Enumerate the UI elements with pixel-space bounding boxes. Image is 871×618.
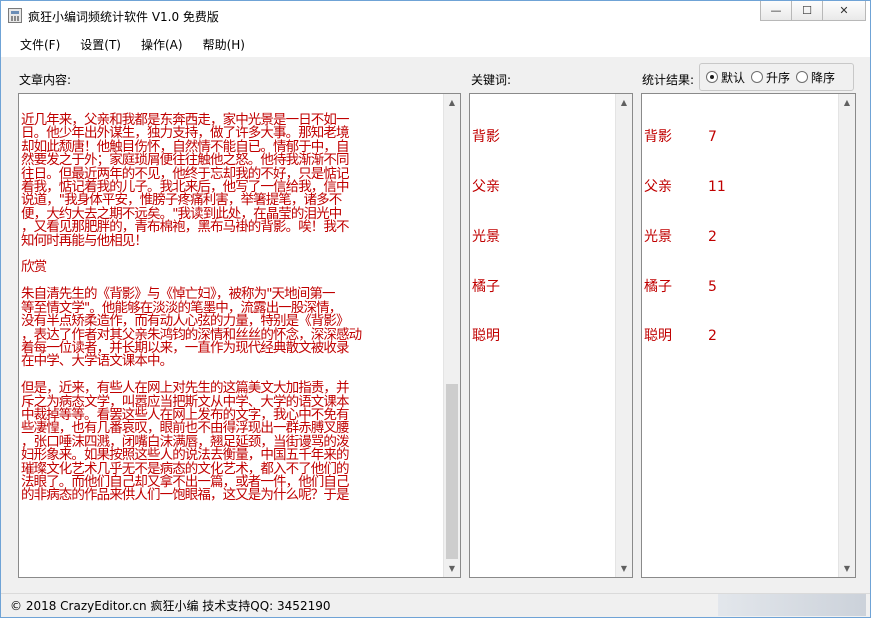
scroll-up-icon[interactable]: ▲ <box>839 94 855 111</box>
result-row: 橘子 5 <box>644 279 726 296</box>
radio-unchecked-icon <box>751 71 764 83</box>
results-scrollbar[interactable]: ▲ ▼ <box>838 94 855 577</box>
results-label: 统计结果: <box>642 73 695 87</box>
result-count: 2 <box>708 328 717 345</box>
menu-settings[interactable]: 设置(T) <box>70 36 131 53</box>
menu-operation[interactable]: 操作(A) <box>131 36 193 53</box>
result-word: 背影 <box>644 129 672 146</box>
keyword-item: 橘子 <box>472 278 500 295</box>
maximize-button[interactable]: ☐ <box>791 1 823 21</box>
keywords-list: 背影 父亲 光景 橘子 聪明 <box>472 96 500 378</box>
sort-descending-label: 降序 <box>811 70 836 85</box>
watermark-overlay <box>718 594 866 616</box>
article-scrollbar[interactable]: ▲ ▼ <box>443 94 460 577</box>
sort-default-radio[interactable]: 默认 <box>706 69 745 86</box>
keyword-item: 背影 <box>472 129 500 146</box>
window-title: 疯狂小编词频统计软件 V1.0 免费版 <box>28 10 219 24</box>
result-count: 11 <box>708 178 726 195</box>
result-row: 父亲 11 <box>644 179 726 196</box>
menu-help[interactable]: 帮助(H) <box>193 36 255 53</box>
scroll-thumb[interactable] <box>446 384 458 559</box>
radio-checked-icon <box>706 71 718 83</box>
article-text: 近几年来，父亲和我都是东奔西走，家中光景是一日不如一 日。他少年出外谋生，独力支… <box>21 112 362 504</box>
scroll-down-icon[interactable]: ▼ <box>444 560 460 577</box>
result-word: 聪明 <box>644 328 672 345</box>
article-label: 文章内容: <box>19 73 72 87</box>
sort-default-label: 默认 <box>721 70 746 85</box>
result-row: 背影 7 <box>644 129 726 146</box>
calculator-app-icon <box>8 8 22 23</box>
keyword-item: 聪明 <box>472 328 500 345</box>
result-word: 父亲 <box>644 178 672 195</box>
menu-bar: 文件(F) 设置(T) 操作(A) 帮助(H) <box>1 31 870 57</box>
close-button[interactable]: ✕ <box>822 1 866 21</box>
keywords-textarea[interactable]: 背影 父亲 光景 橘子 聪明 ▲ ▼ <box>469 93 633 578</box>
result-row: 聪明 2 <box>644 328 726 345</box>
minimize-button[interactable]: — <box>760 1 792 21</box>
sort-descending-radio[interactable]: 降序 <box>796 69 835 86</box>
keywords-label: 关键词: <box>471 73 512 87</box>
result-row: 光景 2 <box>644 229 726 246</box>
sort-order-group: 默认 升序 降序 <box>699 63 854 91</box>
scroll-down-icon[interactable]: ▼ <box>616 560 632 577</box>
results-textarea[interactable]: 背影 7 父亲 11 光景 2 橘子 5 聪明 2 ▲ ▼ <box>641 93 856 578</box>
title-bar: 疯狂小编词频统计软件 V1.0 免费版 — ☐ ✕ <box>1 1 870 31</box>
result-word: 光景 <box>644 228 672 245</box>
result-count: 5 <box>708 278 717 295</box>
main-window: 疯狂小编词频统计软件 V1.0 免费版 — ☐ ✕ 文件(F) 设置(T) 操作… <box>0 0 871 618</box>
window-controls: — ☐ ✕ <box>760 1 866 21</box>
result-count: 2 <box>708 228 717 245</box>
scroll-up-icon[interactable]: ▲ <box>616 94 632 111</box>
result-word: 橘子 <box>644 278 672 295</box>
sort-ascending-radio[interactable]: 升序 <box>751 69 790 86</box>
result-count: 7 <box>708 129 717 146</box>
article-textarea[interactable]: 近几年来，父亲和我都是东奔西走，家中光景是一日不如一 日。他少年出外谋生，独力支… <box>18 93 461 578</box>
sort-ascending-label: 升序 <box>766 70 791 85</box>
keywords-scrollbar[interactable]: ▲ ▼ <box>615 94 632 577</box>
results-list: 背影 7 父亲 11 光景 2 橘子 5 聪明 2 <box>644 96 726 378</box>
keyword-item: 父亲 <box>472 178 500 195</box>
keyword-item: 光景 <box>472 228 500 245</box>
scroll-down-icon[interactable]: ▼ <box>839 560 855 577</box>
menu-file[interactable]: 文件(F) <box>10 36 70 53</box>
status-text: © 2018 CrazyEditor.cn 疯狂小编 技术支持QQ: 34521… <box>10 599 331 613</box>
radio-unchecked-icon <box>796 71 809 83</box>
scroll-up-icon[interactable]: ▲ <box>444 94 460 111</box>
